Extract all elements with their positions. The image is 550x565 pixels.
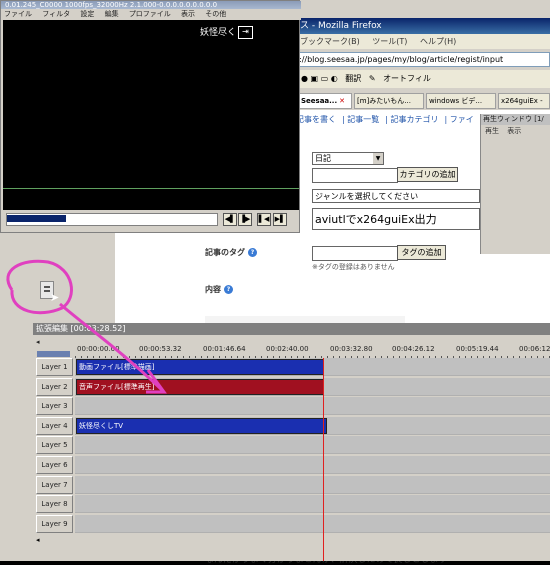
tab-strip: Seesaa... ✕ [m]みたいもん... windows ビデ... x26…: [296, 92, 550, 110]
seek-progress: [7, 215, 66, 222]
content-label: 内容?: [205, 284, 233, 295]
toolbar-icons: ● ▣ ▭ ◐: [301, 74, 338, 83]
layer-button[interactable]: Layer 5: [36, 436, 73, 455]
go-start-button[interactable]: ▌◀: [257, 213, 271, 226]
time-label: 00:01:46.64: [203, 345, 246, 353]
layer-lane[interactable]: [75, 495, 550, 514]
next-frame-button[interactable]: ▐▶: [238, 213, 252, 226]
nav-list[interactable]: 記事一覧: [347, 115, 379, 124]
nav-write[interactable]: 記事を書く: [296, 115, 336, 124]
layer-button[interactable]: Layer 2: [36, 377, 73, 396]
content-label-text: 内容: [205, 285, 221, 294]
translate-button[interactable]: 翻訳: [345, 74, 361, 83]
tab-seesaa[interactable]: Seesaa... ✕: [298, 93, 352, 109]
layer-button[interactable]: Layer 7: [36, 475, 73, 494]
help-icon[interactable]: ?: [248, 248, 257, 257]
time-label: 00:05:19.44: [456, 345, 499, 353]
timeline-object[interactable]: 音声ファイル[標準再生]: [76, 378, 324, 395]
pencil-icon: ✎: [368, 74, 376, 83]
menu-profile[interactable]: プロファイル: [129, 10, 171, 18]
layer-lane[interactable]: [75, 397, 550, 416]
menu-other[interactable]: その他: [205, 10, 226, 18]
arrow-right-icon: ⇥: [238, 26, 254, 39]
video-preview: 妖怪尽く ⇥: [3, 20, 299, 210]
time-label: 00:03:32.80: [330, 345, 373, 353]
bookmarks-toolbar: ● ▣ ▭ ◐ 翻訳 ✎ オートフィル: [296, 70, 550, 88]
layer-button[interactable]: Layer 3: [36, 397, 73, 416]
prev-frame-button[interactable]: ◀▌: [223, 213, 237, 226]
aviutl-title-bar: 0.01.245_C0000 1000fps_32000Hz 2.1.000-0…: [1, 1, 301, 9]
seek-bar[interactable]: [6, 213, 218, 226]
video-overlay: 妖怪尽く ⇥: [200, 25, 254, 39]
go-end-button[interactable]: ▶▌: [273, 213, 287, 226]
add-tag-button[interactable]: タグの追加: [397, 245, 446, 260]
layer-button[interactable]: Layer 6: [36, 456, 73, 474]
menu-play[interactable]: 再生: [485, 127, 499, 135]
nav-category[interactable]: 記事カテゴリ: [391, 115, 439, 124]
scroll-left-icon[interactable]: ◂: [36, 536, 40, 544]
chevron-down-icon: ▼: [373, 153, 383, 164]
time-ruler[interactable]: 00:00:00.00 00:00:53.32 00:01:46.64 00:0…: [75, 336, 550, 359]
extended-edit-title: 拡張編集 [00:03:28.52]: [33, 323, 550, 335]
category-select-value: 日記: [315, 154, 331, 163]
extended-edit-window: 拡張編集 [00:03:28.52] ◂ 00:00:00.00 00:00:5…: [33, 323, 550, 561]
preview-menu: 再生 表示: [481, 126, 550, 136]
time-label: 00:00:00.00: [77, 345, 120, 353]
title-input[interactable]: aviutlでx264guiEx出力: [312, 208, 480, 230]
time-label: 00:04:26.12: [392, 345, 435, 353]
time-label: 00:06:12: [519, 345, 550, 353]
close-icon[interactable]: ✕: [339, 97, 345, 105]
layer-button[interactable]: Layer 9: [36, 514, 73, 533]
layer-lane[interactable]: [75, 514, 550, 533]
layer-button[interactable]: Layer 4: [36, 416, 73, 435]
autofill-button[interactable]: オートフィル: [383, 74, 431, 83]
aviutl-menu-bar: ファイル フィルタ 設定 編集 プロファイル 表示 その他: [1, 9, 301, 20]
mouse-cursor-icon: ➤: [50, 291, 60, 304]
time-label: 00:02:40.00: [266, 345, 309, 353]
tab-windows-video[interactable]: windows ビデ...: [426, 93, 496, 109]
menu-view[interactable]: 表示: [507, 127, 521, 135]
layer-lane[interactable]: [75, 475, 550, 494]
menu-filter[interactable]: フィルタ: [42, 10, 70, 18]
overlay-text: 妖怪尽く: [200, 28, 237, 38]
blog-nav: 記事を書く | 記事一覧 | 記事カテゴリ | ファイ: [296, 115, 474, 124]
tag-label-text: 記事のタグ: [205, 248, 245, 257]
tag-label: 記事のタグ?: [205, 247, 257, 258]
tag-input[interactable]: [312, 246, 398, 261]
layer-lane[interactable]: [75, 436, 550, 455]
menu-file[interactable]: ファイル: [4, 10, 32, 18]
menu-edit[interactable]: 編集: [105, 10, 119, 18]
layer-button[interactable]: Layer 8: [36, 495, 73, 514]
timeline-object[interactable]: 妖怪尽くしTV: [76, 417, 327, 434]
divider: [3, 188, 299, 189]
category-select[interactable]: 日記 ▼: [312, 152, 384, 165]
tag-note: ※タグの登録はありません: [312, 263, 395, 271]
menu-settings[interactable]: 設定: [80, 10, 94, 18]
timeline-object[interactable]: 動画ファイル[標準描画]: [76, 359, 324, 375]
time-label: 00:00:53.32: [139, 345, 182, 353]
menu-view[interactable]: 表示: [181, 10, 195, 18]
zoom-slider[interactable]: [37, 351, 70, 357]
help-icon[interactable]: ?: [224, 285, 233, 294]
menu-tools[interactable]: ツール(T): [372, 37, 407, 46]
menu-bookmarks[interactable]: ブックマーク(B): [300, 37, 360, 46]
genre-select[interactable]: ジャンルを選択してください: [312, 189, 480, 203]
category-input[interactable]: [312, 168, 398, 183]
aviutl-window: 0.01.245_C0000 1000fps_32000Hz 2.1.000-0…: [0, 0, 301, 233]
firefox-menu-bar: ブックマーク(B) ツール(T) ヘルプ(H): [296, 34, 550, 49]
preview-title: 再生ウィンドウ [1/: [481, 114, 550, 125]
tab-x264guiex[interactable]: x264guiEx -: [498, 93, 550, 109]
tab-mitaimon[interactable]: [m]みたいもん...: [354, 93, 424, 109]
add-category-button[interactable]: カテゴリの追加: [397, 167, 458, 182]
menu-help[interactable]: ヘルプ(H): [420, 37, 456, 46]
preview-window: 再生ウィンドウ [1/ 再生 表示: [480, 114, 550, 254]
layer-button[interactable]: Layer 1: [36, 358, 73, 376]
url-bar[interactable]: ://blog.seesaa.jp/pages/my/blog/article/…: [296, 52, 550, 67]
scroll-left-icon[interactable]: ◂: [36, 338, 40, 346]
firefox-title-bar: ス - Mozilla Firefox: [296, 18, 550, 34]
layer-lane[interactable]: [75, 456, 550, 474]
playhead[interactable]: [323, 358, 324, 561]
nav-file[interactable]: ファイ: [450, 115, 474, 124]
